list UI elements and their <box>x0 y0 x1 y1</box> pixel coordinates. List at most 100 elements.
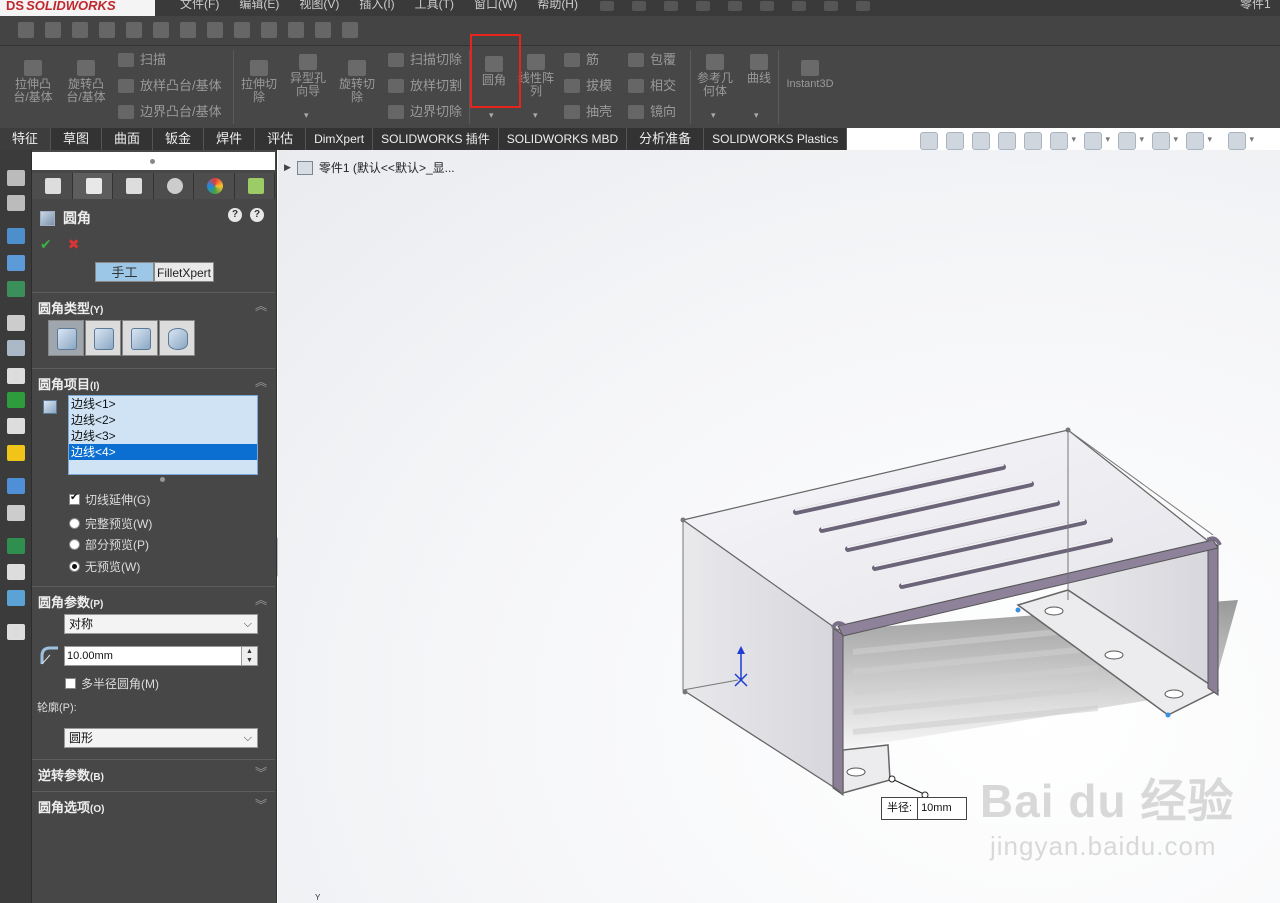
tangent-propagation-checkbox[interactable] <box>69 492 80 505</box>
intersect-button[interactable]: 相交 <box>628 77 676 95</box>
dynamic-annotation-icon[interactable] <box>1024 132 1042 150</box>
expand-chevron-icon[interactable]: ︾ <box>255 796 267 813</box>
printer-icon[interactable] <box>7 564 25 580</box>
fillet-params-group-header[interactable]: 圆角参数(P) ︽ <box>32 586 275 612</box>
open-icon[interactable] <box>632 1 646 11</box>
no-preview-option[interactable]: 无预览(W) <box>69 558 140 574</box>
wrap-button[interactable]: 包覆 <box>628 51 676 69</box>
constant-size-fillet-button[interactable] <box>48 320 84 356</box>
menu-edit[interactable]: 编辑(E) <box>239 0 279 16</box>
full-preview-radio[interactable] <box>69 517 80 529</box>
list-item-selected[interactable]: 边线<4> <box>69 444 257 460</box>
location-icon[interactable] <box>7 392 25 408</box>
binoculars-icon[interactable] <box>7 505 25 521</box>
tool-icon-8[interactable] <box>207 22 223 38</box>
tab-evaluate[interactable]: 评估 <box>255 128 307 150</box>
swept-cut-button[interactable]: 扫描切除 <box>388 51 462 69</box>
tool-icon-12[interactable] <box>315 22 331 38</box>
tool-icon-13[interactable] <box>342 22 358 38</box>
undo-icon[interactable] <box>728 1 742 11</box>
tab-features[interactable]: 特征 <box>0 128 52 150</box>
menu-help[interactable]: 帮助(H) <box>537 0 578 16</box>
tab-property-manager[interactable] <box>72 173 113 199</box>
tab-dimxpert-manager[interactable] <box>153 173 194 199</box>
settings-gear-icon[interactable] <box>7 315 25 331</box>
instant3d-button[interactable]: Instant3D <box>782 60 838 91</box>
multi-radius-checkbox[interactable] <box>65 677 76 689</box>
tab-surfaces[interactable]: 曲面 <box>102 128 154 150</box>
ref-geometry-dropdown-icon[interactable]: ▾ <box>711 110 716 121</box>
revolve-boss-button[interactable]: 旋转凸台/基体 <box>62 60 110 104</box>
note-icon[interactable] <box>7 624 25 640</box>
boundary-boss-button[interactable]: 边界凸台/基体 <box>118 103 222 121</box>
select-icon[interactable] <box>760 1 774 11</box>
save-icon[interactable] <box>664 1 678 11</box>
view-orientation-icon[interactable] <box>1050 132 1076 150</box>
radius-input[interactable]: 10.00mm <box>64 646 242 666</box>
tab-plastics[interactable]: SOLIDWORKS Plastics <box>704 128 848 150</box>
tab-cam[interactable] <box>234 173 275 199</box>
tool-icon-6[interactable] <box>153 22 169 38</box>
tab-dimxpert[interactable]: DimXpert <box>306 128 374 150</box>
tool-icon-5[interactable] <box>126 22 142 38</box>
variable-size-fillet-button[interactable] <box>85 320 121 356</box>
callout-value[interactable]: 10mm <box>918 798 966 819</box>
full-round-fillet-button[interactable] <box>159 320 195 356</box>
zoom-to-area-icon[interactable] <box>946 132 964 150</box>
collapse-chevron-icon[interactable]: ︽ <box>255 591 267 608</box>
hole-wizard-button[interactable]: 异型孔向导 <box>286 54 330 98</box>
sweep-button[interactable]: 扫描 <box>118 51 166 69</box>
tab-analysis-prep[interactable]: 分析准备 <box>627 128 705 150</box>
section-view-icon[interactable] <box>998 132 1016 150</box>
new-icon[interactable] <box>600 1 614 11</box>
ok-check-icon[interactable]: ✔ <box>40 236 52 253</box>
profile-select[interactable]: 圆形 ⌵ <box>64 728 258 748</box>
search-icon[interactable] <box>7 478 25 494</box>
revolve-cut-button[interactable]: 旋转切除 <box>334 60 380 104</box>
curves-button[interactable]: 曲线 <box>742 54 776 85</box>
tab-weldments[interactable]: 焊件 <box>204 128 256 150</box>
menu-insert[interactable]: 插入(I) <box>359 0 394 16</box>
menu-file[interactable]: 文件(F) <box>180 0 219 16</box>
view-settings-icon[interactable] <box>1228 132 1254 150</box>
list-resize-handle[interactable] <box>160 477 165 482</box>
cancel-x-icon[interactable]: ✖ <box>68 236 80 253</box>
list-item[interactable]: 边线<1> <box>69 396 257 412</box>
tangent-propagation-option[interactable]: 切线延伸(G) <box>69 491 150 507</box>
tab-display-manager[interactable] <box>194 173 235 199</box>
filletxpert-mode-button[interactable]: FilletXpert <box>154 262 214 282</box>
assembly-icon[interactable] <box>7 255 25 271</box>
tool-icon-3[interactable] <box>72 22 88 38</box>
rebuild-icon[interactable] <box>792 1 806 11</box>
tab-sketch[interactable]: 草图 <box>51 128 103 150</box>
fillet-options-group-header[interactable]: 圆角选项(O) ︾ <box>32 791 275 817</box>
graphics-area[interactable]: ▶ 零件1 (默认<<默认>_显... 半径: 10mm Bai du 经验 j… <box>278 150 1280 903</box>
panel-drag-bar[interactable] <box>32 152 275 170</box>
menu-view[interactable]: 视图(V) <box>299 0 339 16</box>
menu-tools[interactable]: 工具(T) <box>415 0 454 16</box>
extrude-cut-button[interactable]: 拉伸切除 <box>236 60 282 104</box>
tool-icon-9[interactable] <box>234 22 250 38</box>
tool-icon-2[interactable] <box>45 22 61 38</box>
display-style-icon[interactable] <box>1084 132 1110 150</box>
radius-callout[interactable]: 半径: 10mm <box>881 797 968 820</box>
setback-group-header[interactable]: 逆转参数(B) ︾ <box>32 759 275 785</box>
zoom-to-fit-icon[interactable] <box>920 132 938 150</box>
image-icon[interactable] <box>7 590 25 606</box>
tab-addins[interactable]: SOLIDWORKS 插件 <box>373 128 499 150</box>
rib-button[interactable]: 筋 <box>564 51 599 69</box>
tab-mbd[interactable]: SOLIDWORKS MBD <box>498 128 628 150</box>
measure-icon[interactable] <box>7 170 25 186</box>
edit-appearance-icon[interactable] <box>1152 132 1178 150</box>
multi-radius-option[interactable]: 多半径圆角(M) <box>65 675 159 691</box>
face-fillet-button[interactable] <box>122 320 158 356</box>
no-preview-radio[interactable] <box>69 560 80 572</box>
globe-icon[interactable] <box>7 281 25 297</box>
tab-configuration-manager[interactable] <box>113 173 154 199</box>
tool-icon-11[interactable] <box>288 22 304 38</box>
apply-scene-icon[interactable] <box>1186 132 1212 150</box>
mirror-button[interactable]: 镜向 <box>628 103 676 121</box>
lofted-cut-button[interactable]: 放样切割 <box>388 77 462 95</box>
manual-mode-button[interactable]: 手工 <box>95 262 154 282</box>
component-icon[interactable] <box>7 445 25 461</box>
